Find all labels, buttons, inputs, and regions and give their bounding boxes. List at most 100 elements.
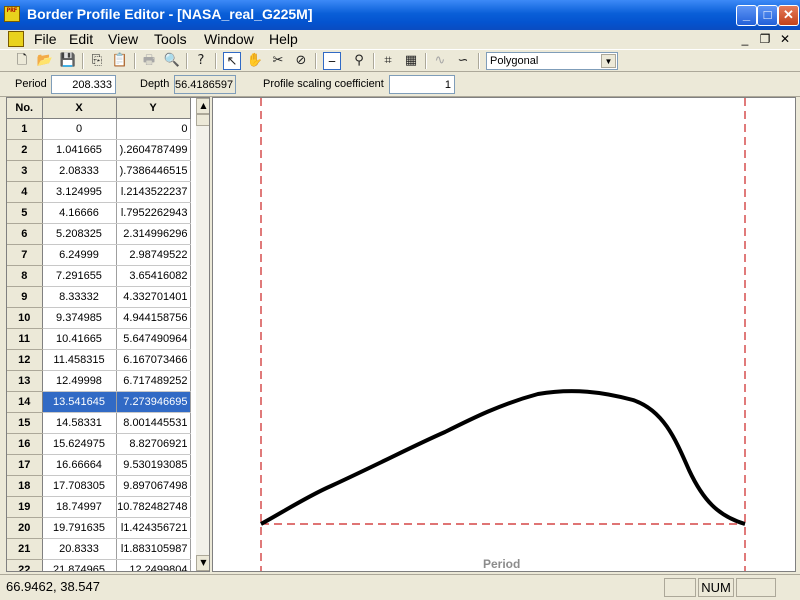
table-row[interactable]: 21 20.8333 l1.883105987	[7, 538, 191, 560]
chevron-down-icon[interactable]: ▼	[601, 54, 616, 68]
zoom-icon[interactable]: ⊘	[292, 52, 310, 70]
row-number[interactable]: 15	[7, 412, 43, 434]
y-cell[interactable]: 0	[116, 118, 191, 140]
row-number[interactable]: 17	[7, 454, 43, 476]
row-number[interactable]: 19	[7, 496, 43, 518]
spline-icon[interactable]: ∿	[431, 52, 449, 70]
paste-icon[interactable]: 📋	[111, 52, 129, 70]
grid-icon[interactable]: ⌗	[379, 52, 397, 70]
y-cell[interactable]: ).7386446515	[116, 160, 191, 182]
y-cell[interactable]: l.7952262943	[116, 202, 191, 224]
y-cell[interactable]: 9.897067498	[116, 475, 191, 497]
y-cell[interactable]: 6.167073466	[116, 349, 191, 371]
x-cell[interactable]: 19.791635	[42, 517, 117, 539]
table-row[interactable]: 2 1.041665).2604787499	[7, 139, 191, 161]
x-cell[interactable]: 15.624975	[42, 433, 117, 455]
row-number[interactable]: 6	[7, 223, 43, 245]
x-cell[interactable]: 6.24999	[42, 244, 117, 266]
table-row[interactable]: 5 4.16666 l.7952262943	[7, 202, 191, 224]
profile-curve[interactable]	[260, 389, 746, 526]
close-button[interactable]: ✕	[778, 5, 799, 26]
x-cell[interactable]: 20.8333	[42, 538, 117, 560]
pointer-icon[interactable]: ↖	[223, 52, 241, 70]
x-cell[interactable]: 14.58331	[42, 412, 117, 434]
mdi-minimize-button[interactable]: _	[738, 32, 752, 46]
cut-icon[interactable]: ✂	[269, 52, 287, 70]
table-row[interactable]: 3 2.08333).7386446515	[7, 160, 191, 182]
y-cell[interactable]: 2.314996296	[116, 223, 191, 245]
x-cell[interactable]: 0	[42, 118, 117, 140]
x-cell[interactable]: 7.291655	[42, 265, 117, 287]
profile-canvas[interactable]: Period	[212, 97, 796, 572]
menu-tools[interactable]: Tools	[154, 31, 187, 47]
y-cell[interactable]: 5.647490964	[116, 328, 191, 350]
table-row[interactable]: 7 6.24999 2.98749522	[7, 244, 191, 266]
grid-lines-icon[interactable]: ▦	[402, 52, 420, 70]
x-cell[interactable]: 3.124995	[42, 181, 117, 203]
x-cell[interactable]: 18.74997	[42, 496, 117, 518]
table-row[interactable]: 14 13.541645 7.273946695	[7, 391, 191, 413]
header-x[interactable]: X	[42, 98, 117, 119]
row-number[interactable]: 13	[7, 370, 43, 392]
y-cell[interactable]: 7.273946695	[116, 391, 191, 413]
row-number[interactable]: 3	[7, 160, 43, 182]
scroll-down-icon[interactable]: ▼	[196, 555, 209, 571]
new-file-icon[interactable]: 🗋	[13, 52, 31, 70]
row-number[interactable]: 20	[7, 517, 43, 539]
table-row[interactable]: 10 9.374985 4.944158756	[7, 307, 191, 329]
y-cell[interactable]: 4.944158756	[116, 307, 191, 329]
x-cell[interactable]: 10.41665	[42, 328, 117, 350]
table-row[interactable]: 19 18.74997 10.782482748	[7, 496, 191, 518]
table-row[interactable]: 6 5.208325 2.314996296	[7, 223, 191, 245]
table-row[interactable]: 11 10.41665 5.647490964	[7, 328, 191, 350]
row-number[interactable]: 21	[7, 538, 43, 560]
y-cell[interactable]: 9.530193085	[116, 454, 191, 476]
row-number[interactable]: 22	[7, 559, 43, 571]
header-y[interactable]: Y	[116, 98, 191, 119]
maximize-button[interactable]: □	[757, 5, 778, 26]
document-icon[interactable]	[8, 31, 24, 47]
row-number[interactable]: 12	[7, 349, 43, 371]
profile-drawing[interactable]	[213, 98, 795, 571]
y-cell[interactable]: 3.65416082	[116, 265, 191, 287]
row-number[interactable]: 7	[7, 244, 43, 266]
print-preview-icon[interactable]: 🔍	[163, 52, 181, 70]
table-row[interactable]: 22 21.874965 12.2499804	[7, 559, 191, 571]
scaling-field[interactable]: 1	[389, 75, 455, 94]
table-row[interactable]: 16 15.624975 8.82706921	[7, 433, 191, 455]
line-tool-icon[interactable]: ⎯	[323, 52, 341, 70]
y-cell[interactable]: 12.2499804	[116, 559, 191, 571]
vertical-scrollbar[interactable]: ▲ ▼	[196, 98, 209, 571]
scroll-thumb[interactable]	[196, 114, 209, 126]
minimize-button[interactable]: _	[736, 5, 757, 26]
y-cell[interactable]: 4.332701401	[116, 286, 191, 308]
table-row[interactable]: 15 14.58331 8.001445531	[7, 412, 191, 434]
scroll-up-icon[interactable]: ▲	[196, 98, 209, 114]
row-number[interactable]: 8	[7, 265, 43, 287]
menu-view[interactable]: View	[108, 31, 138, 47]
magnify-icon[interactable]: ⚲	[350, 52, 368, 70]
table-row[interactable]: 17 16.66664 9.530193085	[7, 454, 191, 476]
x-cell[interactable]: 12.49998	[42, 370, 117, 392]
x-cell[interactable]: 8.33332	[42, 286, 117, 308]
y-cell[interactable]: l1.883105987	[116, 538, 191, 560]
y-cell[interactable]: 2.98749522	[116, 244, 191, 266]
row-number[interactable]: 5	[7, 202, 43, 224]
curve-icon[interactable]: ∽	[454, 52, 472, 70]
x-cell[interactable]: 9.374985	[42, 307, 117, 329]
row-number[interactable]: 10	[7, 307, 43, 329]
table-row[interactable]: 20 19.791635 l1.424356721	[7, 517, 191, 539]
table-row[interactable]: 13 12.49998 6.717489252	[7, 370, 191, 392]
row-number[interactable]: 16	[7, 433, 43, 455]
open-folder-icon[interactable]: 📂	[36, 52, 54, 70]
app-icon[interactable]: PRF	[4, 6, 20, 22]
x-cell[interactable]: 13.541645	[42, 391, 117, 413]
table-row[interactable]: 12 11.458315 6.167073466	[7, 349, 191, 371]
copy-icon[interactable]: ⎘	[88, 52, 106, 70]
row-number[interactable]: 4	[7, 181, 43, 203]
table-row[interactable]: 18 17.708305 9.897067498	[7, 475, 191, 497]
table-row[interactable]: 100	[7, 118, 191, 140]
row-number[interactable]: 2	[7, 139, 43, 161]
x-cell[interactable]: 4.16666	[42, 202, 117, 224]
y-cell[interactable]: ).2604787499	[116, 139, 191, 161]
